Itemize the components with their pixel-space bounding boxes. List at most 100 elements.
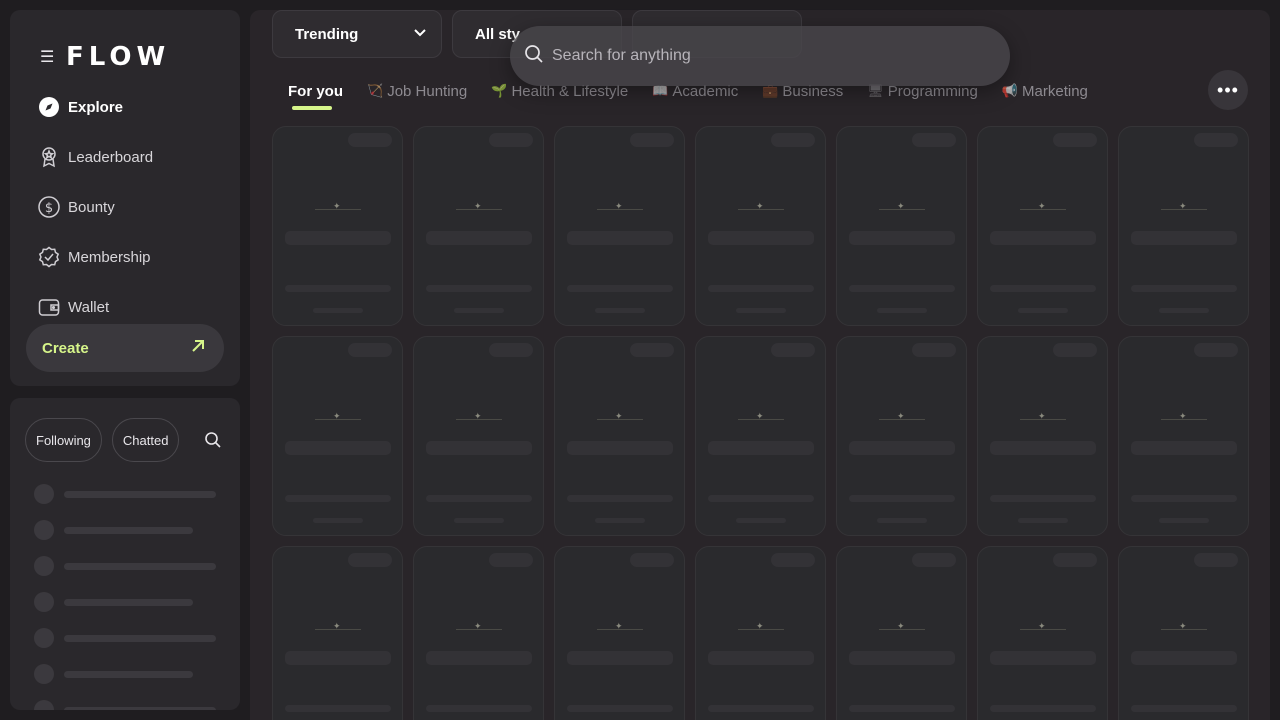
skeleton-card[interactable]: [554, 336, 685, 536]
chat-skeleton-row: [34, 484, 216, 504]
skeleton-placeholder: [630, 133, 674, 147]
skeleton-placeholder: [708, 705, 814, 712]
skeleton-placeholder: [771, 343, 815, 357]
chatted-chip[interactable]: Chatted: [111, 418, 180, 462]
skeleton-placeholder: [595, 518, 645, 523]
skeleton-placeholder: [1131, 495, 1237, 502]
skeleton-card[interactable]: [977, 336, 1108, 536]
sidebar-item-bounty[interactable]: $ Bounty: [38, 182, 228, 232]
award-icon: [38, 146, 60, 168]
skeleton-card[interactable]: [1118, 336, 1249, 536]
sparkle-icon: [738, 201, 784, 212]
sparkle-icon: [1161, 411, 1207, 422]
skeleton-placeholder: [567, 705, 673, 712]
chat-list-panel: Following Chatted: [10, 398, 240, 710]
sidebar-item-membership[interactable]: Membership: [38, 232, 228, 282]
skeleton-card[interactable]: [695, 546, 826, 720]
skeleton-placeholder: [426, 651, 532, 665]
skeleton-placeholder: [708, 285, 814, 292]
skeleton-card[interactable]: [836, 336, 967, 536]
skeleton-placeholder: [771, 133, 815, 147]
skeleton-card[interactable]: [977, 546, 1108, 720]
skeleton-placeholder: [285, 495, 391, 502]
skeleton-placeholder: [426, 495, 532, 502]
create-label: Create: [42, 339, 89, 357]
skeleton-placeholder: [567, 495, 673, 502]
skeleton-placeholder: [285, 285, 391, 292]
tab-marketing[interactable]: 📢 Marketing: [1002, 78, 1088, 104]
tab-for-you[interactable]: For you: [288, 78, 343, 110]
skeleton-card[interactable]: [272, 546, 403, 720]
skeleton-placeholder: [567, 285, 673, 292]
skeleton-card[interactable]: [1118, 546, 1249, 720]
sidebar-item-explore[interactable]: Explore: [38, 82, 228, 132]
skeleton-placeholder: [567, 231, 673, 245]
create-button[interactable]: Create: [26, 324, 224, 372]
chat-skeleton-row: [34, 592, 193, 612]
skeleton-card[interactable]: [836, 126, 967, 326]
sparkle-icon: [597, 621, 643, 632]
menu-icon[interactable]: ☰: [40, 47, 56, 67]
skeleton-placeholder: [1159, 308, 1209, 313]
search-bar[interactable]: [510, 26, 1010, 86]
skeleton-placeholder: [1131, 285, 1237, 292]
skeleton-placeholder: [426, 231, 532, 245]
skeleton-card[interactable]: [272, 126, 403, 326]
dollar-icon: $: [38, 196, 60, 218]
more-tabs-button[interactable]: •••: [1208, 70, 1248, 110]
skeleton-card[interactable]: [554, 546, 685, 720]
sparkle-icon: [597, 201, 643, 212]
skeleton-placeholder: [567, 651, 673, 665]
sparkle-icon: [879, 411, 925, 422]
skeleton-placeholder: [285, 231, 391, 245]
logo[interactable]: FLOW: [66, 42, 170, 72]
skeleton-card[interactable]: [836, 546, 967, 720]
skeleton-card[interactable]: [272, 336, 403, 536]
skeleton-placeholder: [348, 553, 392, 567]
chat-skeleton-row: [34, 556, 216, 576]
skeleton-card[interactable]: [554, 126, 685, 326]
skeleton-placeholder: [348, 133, 392, 147]
skeleton-placeholder: [567, 441, 673, 455]
skeleton-placeholder: [877, 518, 927, 523]
search-icon[interactable]: [195, 422, 231, 458]
sparkle-icon: [1161, 201, 1207, 212]
skeleton-placeholder: [708, 231, 814, 245]
sidebar-item-label: Wallet: [68, 298, 110, 316]
skeleton-placeholder: [1194, 343, 1238, 357]
skeleton-placeholder: [912, 553, 956, 567]
bot-card-grid: [272, 126, 1249, 720]
chat-filter-chips: Following Chatted: [25, 418, 231, 462]
sparkle-icon: [315, 411, 361, 422]
sidebar-item-label: Membership: [68, 248, 151, 266]
sort-dropdown[interactable]: Trending: [272, 10, 442, 58]
skeleton-placeholder: [990, 285, 1096, 292]
skeleton-card[interactable]: [413, 126, 544, 326]
skeleton-placeholder: [426, 441, 532, 455]
skeleton-placeholder: [708, 651, 814, 665]
skeleton-placeholder: [1053, 553, 1097, 567]
skeleton-card[interactable]: [695, 126, 826, 326]
skeleton-card[interactable]: [977, 126, 1108, 326]
skeleton-placeholder: [1131, 705, 1237, 712]
skeleton-placeholder: [1018, 518, 1068, 523]
skeleton-placeholder: [990, 441, 1096, 455]
skeleton-placeholder: [1053, 343, 1097, 357]
search-input[interactable]: [552, 47, 972, 65]
skeleton-placeholder: [426, 705, 532, 712]
chat-skeleton-row: [34, 664, 193, 684]
following-chip[interactable]: Following: [25, 418, 102, 462]
skeleton-card[interactable]: [413, 336, 544, 536]
skeleton-card[interactable]: [1118, 126, 1249, 326]
skeleton-card[interactable]: [413, 546, 544, 720]
skeleton-placeholder: [849, 441, 955, 455]
sidebar-nav: Explore Leaderboard $ Bounty Membership …: [38, 82, 228, 332]
tab-job-hunting[interactable]: 🏹 Job Hunting: [367, 78, 467, 104]
compass-icon: [38, 96, 60, 118]
sidebar-item-label: Explore: [68, 98, 124, 116]
sparkle-icon: [738, 621, 784, 632]
sidebar-item-leaderboard[interactable]: Leaderboard: [38, 132, 228, 182]
sparkle-icon: [1020, 411, 1066, 422]
skeleton-card[interactable]: [695, 336, 826, 536]
skeleton-placeholder: [771, 553, 815, 567]
